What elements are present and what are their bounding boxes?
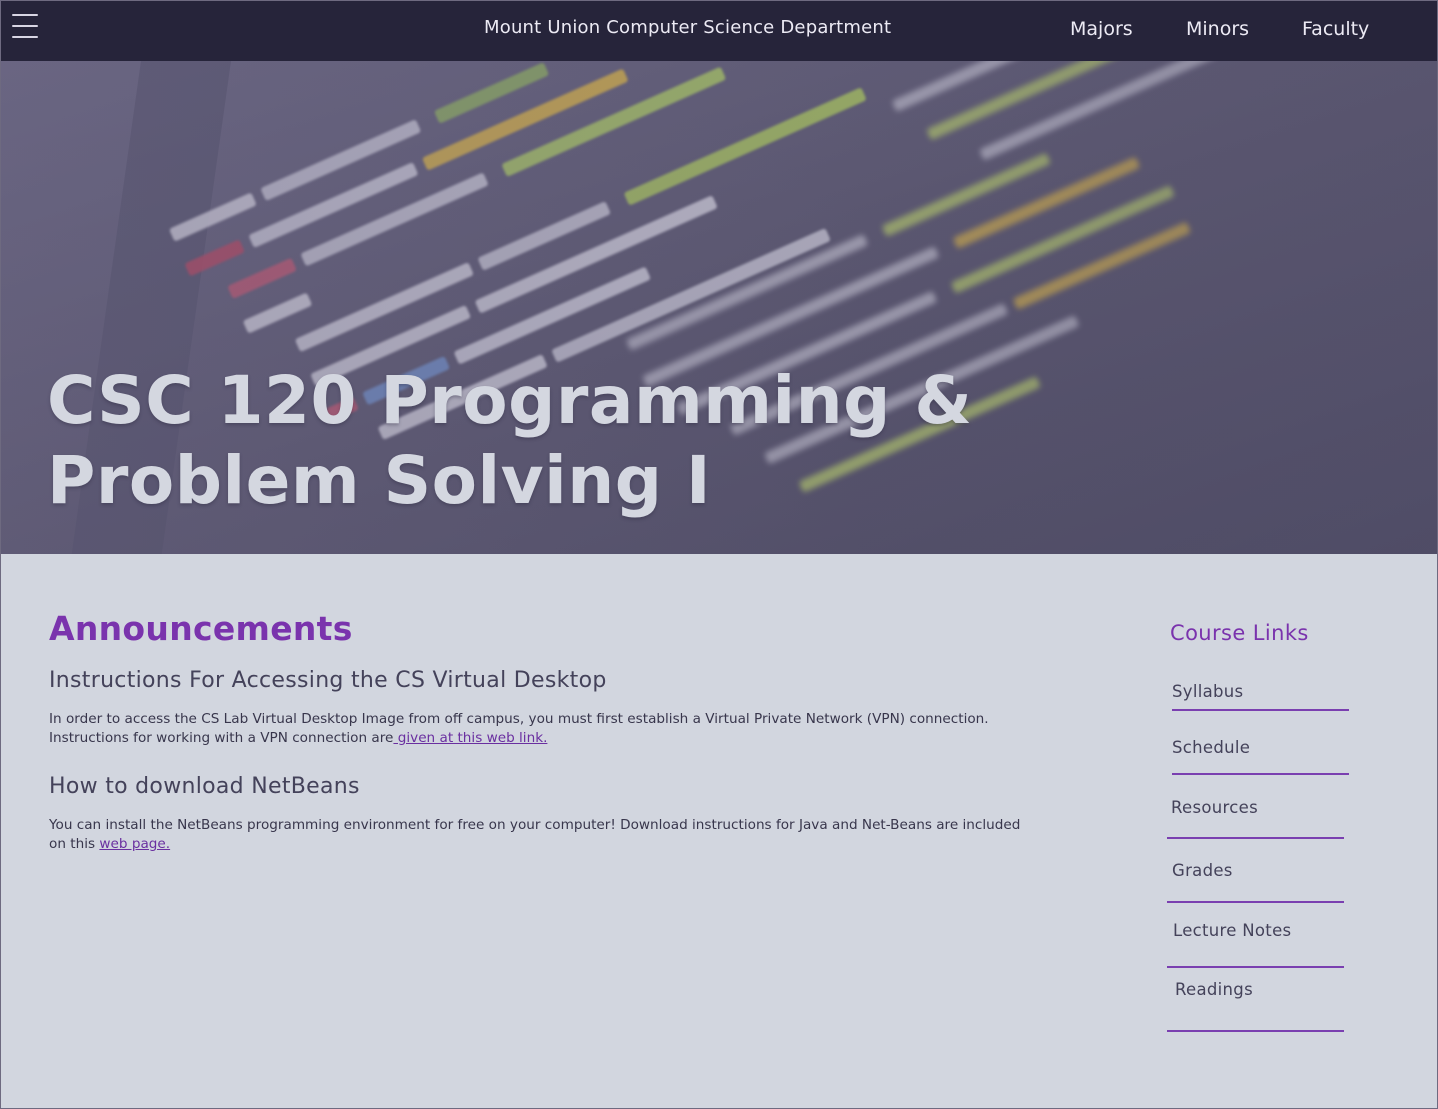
sidebar-link-syllabus[interactable]: Syllabus bbox=[1172, 682, 1243, 701]
course-title-line-1: CSC 120 Programming & bbox=[47, 362, 973, 439]
vpn-instructions-link[interactable]: given at this web link. bbox=[393, 730, 548, 746]
announcement-heading: Instructions For Accessing the CS Virtua… bbox=[49, 668, 607, 693]
course-title: CSC 120 Programming & Problem Solving I bbox=[47, 361, 1167, 521]
announcement-body: You can install the NetBeans programming… bbox=[49, 816, 1039, 854]
course-links-title: Course Links bbox=[1170, 621, 1309, 645]
link-divider bbox=[1167, 1030, 1344, 1032]
sidebar-link-readings[interactable]: Readings bbox=[1175, 980, 1253, 999]
announcements-title: Announcements bbox=[49, 609, 353, 648]
top-navigation-bar: Mount Union Computer Science Department … bbox=[1, 1, 1437, 61]
nav-link-faculty[interactable]: Faculty bbox=[1302, 18, 1369, 40]
sidebar-link-schedule[interactable]: Schedule bbox=[1172, 738, 1250, 757]
link-divider bbox=[1167, 837, 1344, 839]
course-title-line-2: Problem Solving I bbox=[47, 442, 712, 519]
announcement-heading: How to download NetBeans bbox=[49, 774, 360, 799]
announcement-text: You can install the NetBeans programming… bbox=[49, 817, 1021, 852]
link-divider bbox=[1172, 773, 1349, 775]
site-title[interactable]: Mount Union Computer Science Department bbox=[484, 17, 891, 38]
hero-banner: CSC 120 Programming & Problem Solving I bbox=[1, 61, 1437, 554]
nav-link-majors[interactable]: Majors bbox=[1070, 18, 1133, 40]
link-divider bbox=[1167, 901, 1344, 903]
sidebar-link-resources[interactable]: Resources bbox=[1171, 798, 1258, 817]
link-divider bbox=[1172, 709, 1349, 711]
sidebar-link-lecture-notes[interactable]: Lecture Notes bbox=[1173, 921, 1291, 940]
announcement-body: In order to access the CS Lab Virtual De… bbox=[49, 710, 1039, 748]
nav-link-minors[interactable]: Minors bbox=[1186, 18, 1249, 40]
hamburger-menu-icon[interactable] bbox=[12, 12, 38, 40]
netbeans-web-page-link[interactable]: web page. bbox=[99, 836, 170, 852]
sidebar-link-grades[interactable]: Grades bbox=[1172, 861, 1233, 880]
link-divider bbox=[1167, 966, 1344, 968]
